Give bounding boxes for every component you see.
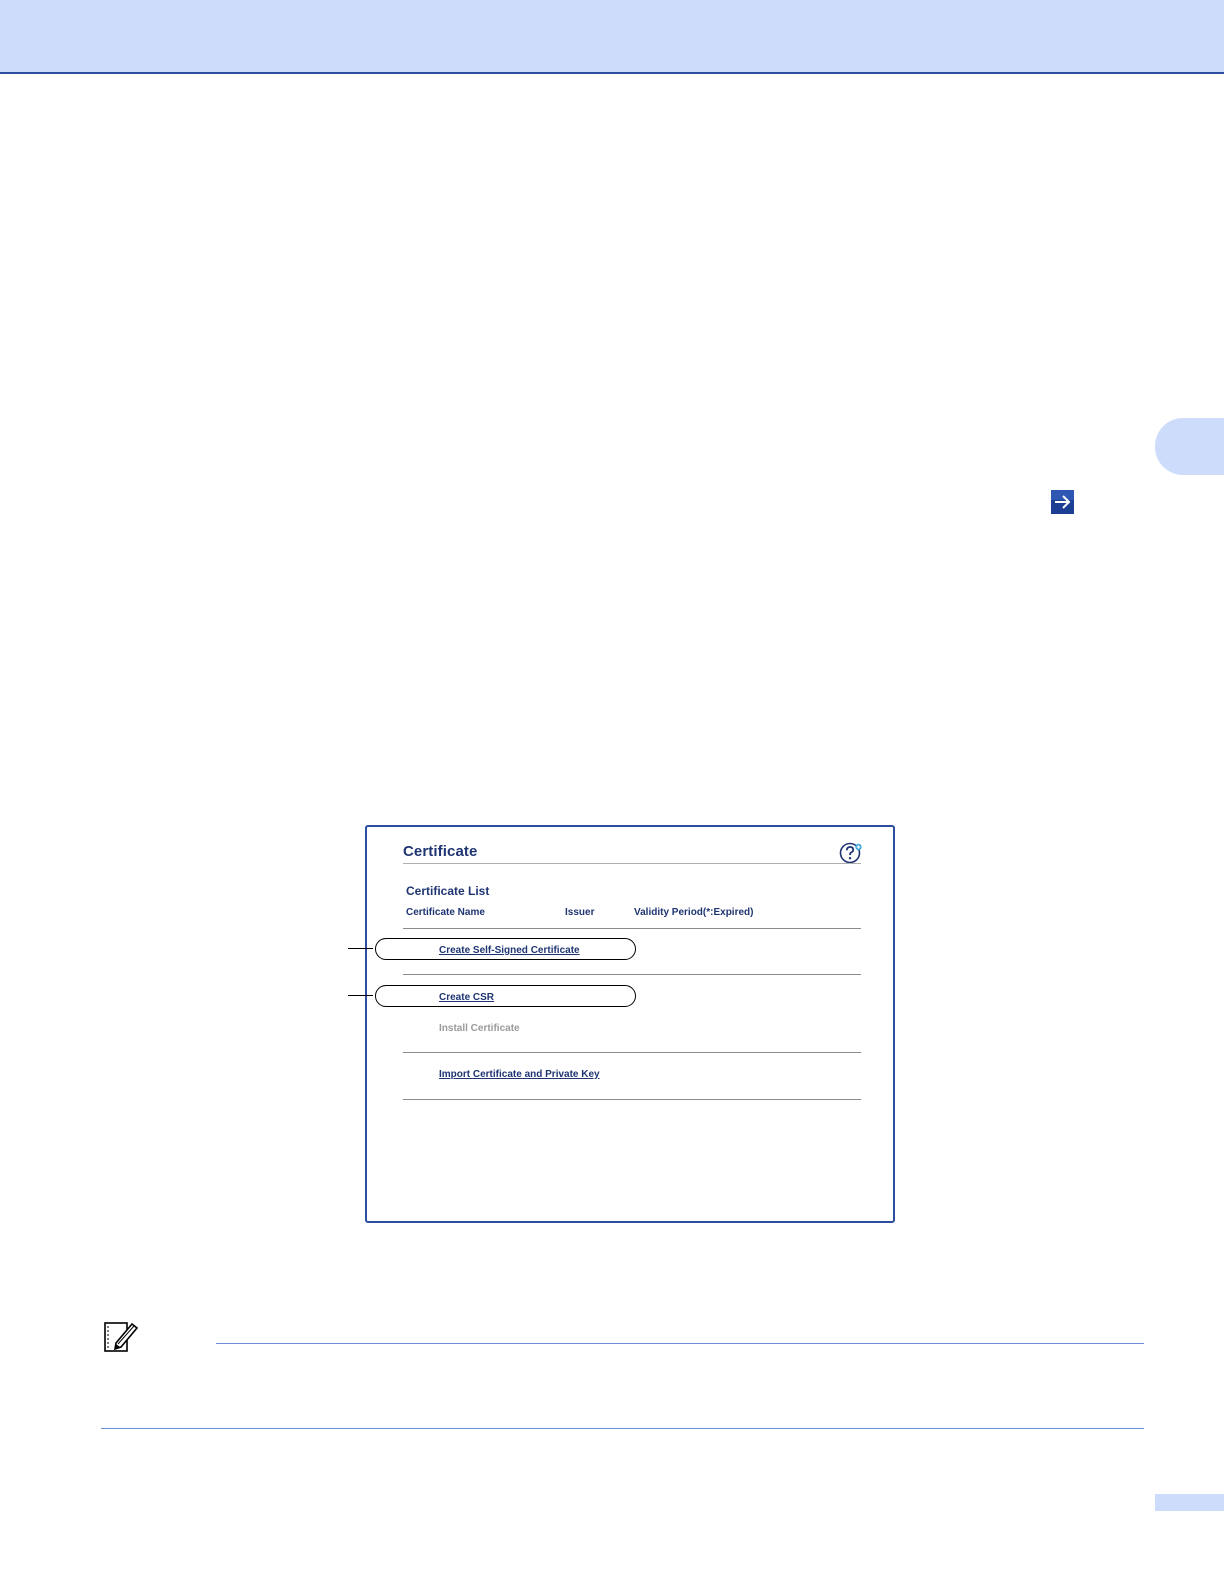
section-divider (403, 974, 861, 975)
page-number-tab (1155, 1494, 1224, 1511)
note-pencil-icon (104, 1322, 139, 1352)
help-icon[interactable] (839, 841, 863, 865)
callout-oval-2 (375, 985, 636, 1007)
chapter-tab (1155, 418, 1224, 475)
import-certificate-link[interactable]: Import Certificate and Private Key (439, 1069, 600, 1080)
column-header-certificate-name: Certificate Name (406, 907, 485, 918)
create-csr-link[interactable]: Create CSR (439, 992, 494, 1003)
callout-leader-1 (348, 948, 373, 949)
window-title: Certificate (403, 843, 478, 860)
certificate-list-heading: Certificate List (406, 884, 490, 898)
title-divider (403, 863, 861, 864)
note-bottom-rule (101, 1428, 1144, 1429)
certificate-window: Certificate Certificate List Certificate… (365, 825, 895, 1223)
column-header-issuer: Issuer (565, 907, 595, 918)
section-divider (403, 1052, 861, 1053)
list-divider (403, 928, 861, 929)
arrow-right-icon (1051, 490, 1074, 514)
callout-leader-2 (348, 995, 373, 996)
note-top-rule (216, 1343, 1144, 1344)
create-self-signed-certificate-link[interactable]: Create Self-Signed Certificate (439, 945, 580, 956)
page-header-band (0, 0, 1224, 74)
section-divider (403, 1099, 861, 1100)
install-certificate-label: Install Certificate (439, 1023, 520, 1034)
column-header-validity-period: Validity Period(*:Expired) (634, 907, 754, 918)
